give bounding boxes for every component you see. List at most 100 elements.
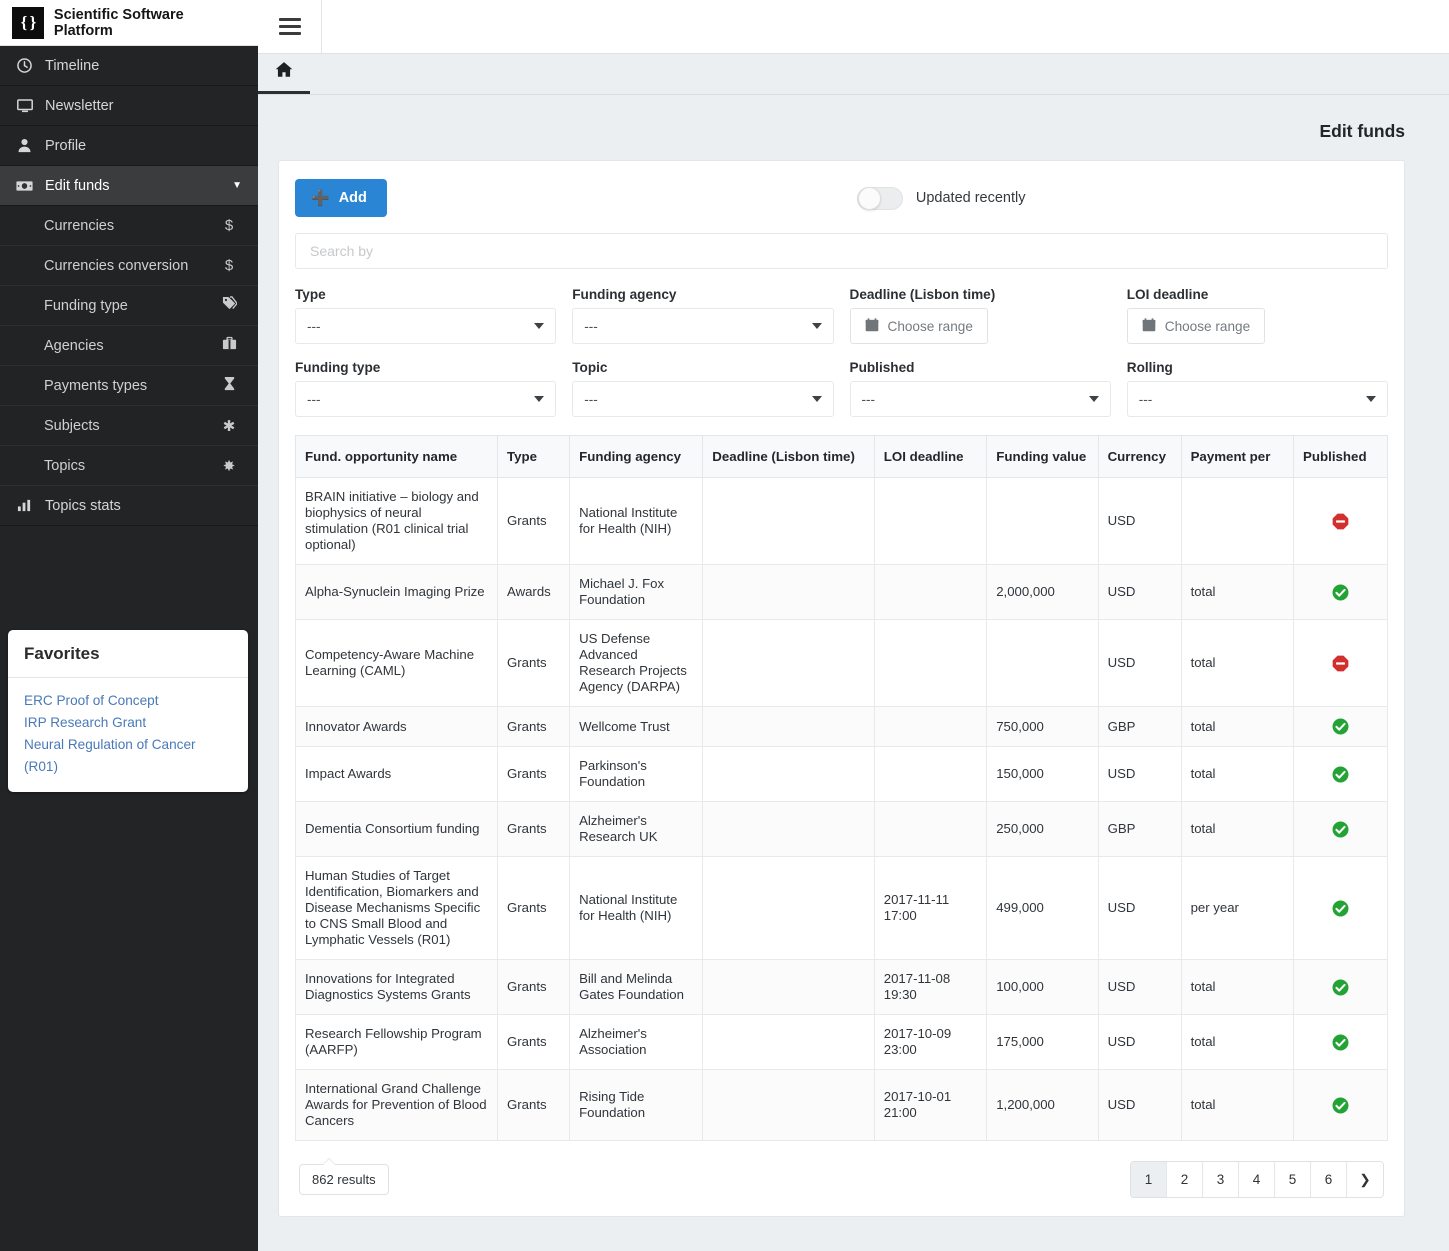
sidebar-subitem-currencies[interactable]: Currencies $: [0, 206, 258, 246]
sidebar-subitem-currencies-conversion[interactable]: Currencies conversion $: [0, 246, 258, 286]
top-bar: [258, 0, 1449, 54]
funding-type-select[interactable]: ---: [295, 381, 557, 417]
published-yes-icon: [1332, 1034, 1349, 1051]
table-row[interactable]: Competency-Aware Machine Learning (CAML)…: [294, 619, 1388, 707]
next-page-button[interactable]: ❯: [1347, 1162, 1383, 1197]
favorite-link[interactable]: Neural Regulation of Cancer (R01): [24, 734, 232, 778]
fund-loi-deadline: 2017-11-08 19:30: [873, 959, 988, 1015]
filter-rolling: Rolling ---: [1126, 344, 1388, 417]
rolling-select[interactable]: ---: [1126, 381, 1388, 417]
fund-loi-deadline: 2017-10-09 23:00: [873, 1014, 988, 1070]
column-header[interactable]: Funding agency: [569, 435, 704, 478]
page-button[interactable]: 1: [1131, 1162, 1167, 1197]
fund-type: Grants: [497, 1014, 571, 1070]
filter-label: LOI deadline: [1126, 287, 1209, 302]
sidebar-subitem-payments-types[interactable]: Payments types: [0, 366, 258, 406]
type-select[interactable]: ---: [295, 308, 557, 344]
tab-home[interactable]: [258, 53, 310, 94]
fund-loi-deadline: [873, 801, 988, 857]
table-row[interactable]: Innovations for Integrated Diagnostics S…: [294, 959, 1388, 1015]
fund-currency: USD: [1097, 1069, 1182, 1141]
fund-payment-per: total: [1180, 706, 1295, 747]
deadline-daterange-button[interactable]: Choose range: [849, 308, 988, 344]
table-row[interactable]: Impact Awards Grants Parkinson's Foundatio…: [294, 746, 1388, 802]
money-bill-icon: [16, 180, 33, 192]
fund-currency: USD: [1097, 959, 1182, 1015]
table-row[interactable]: Dementia Consortium funding Grants Alzheim…: [294, 801, 1388, 857]
search-input[interactable]: [295, 233, 1388, 269]
column-header[interactable]: Funding value: [986, 435, 1099, 478]
sidebar-item-edit-funds[interactable]: Edit funds ▼: [0, 166, 258, 206]
fund-loi-deadline: [873, 477, 988, 565]
sidebar-item-profile[interactable]: Profile: [0, 126, 258, 166]
column-header[interactable]: LOI deadline: [873, 435, 988, 478]
updated-recently-toggle[interactable]: [856, 186, 903, 210]
daterange-value: Choose range: [1164, 318, 1251, 334]
column-header[interactable]: Currency: [1097, 435, 1182, 478]
table-row[interactable]: BRAIN initiative – biology and biophysic…: [294, 477, 1388, 565]
page-button[interactable]: 6: [1311, 1162, 1347, 1197]
certificate-icon: ✸: [222, 457, 236, 475]
sidebar-item-newsletter[interactable]: Newsletter: [0, 86, 258, 126]
add-button[interactable]: ➕ Add: [295, 179, 387, 217]
published-select[interactable]: ---: [849, 381, 1111, 417]
fund-loi-deadline: [873, 746, 988, 802]
fund-currency: USD: [1097, 477, 1182, 565]
column-header[interactable]: Fund. opportunity name: [294, 435, 499, 478]
favorites-title: Favorites: [8, 630, 248, 678]
fund-deadline: [702, 801, 875, 857]
page-button[interactable]: 4: [1239, 1162, 1275, 1197]
funding-agency-select[interactable]: ---: [572, 308, 834, 344]
table-row[interactable]: Alpha-Synuclein Imaging Prize Awards Micha…: [294, 564, 1388, 620]
sidebar-subitem-subjects[interactable]: Subjects ✱: [0, 406, 258, 446]
filter-funding-type: Funding type ---: [295, 344, 557, 417]
fund-name: Alpha-Synuclein Imaging Prize: [294, 564, 499, 620]
column-header[interactable]: Deadline (Lisbon time): [702, 435, 875, 478]
fund-value: 100,000: [986, 959, 1099, 1015]
sidebar-item-timeline[interactable]: Timeline: [0, 46, 258, 86]
chevron-down-icon[interactable]: ▼: [232, 180, 242, 191]
favorite-link[interactable]: IRP Research Grant: [24, 712, 232, 734]
toggle-knob: [857, 186, 881, 210]
loi-deadline-daterange-button[interactable]: Choose range: [1126, 308, 1266, 344]
published-yes-icon: [1332, 766, 1349, 783]
fund-payment-per: total: [1180, 619, 1295, 707]
sidebar-item-topics-stats[interactable]: Topics stats: [0, 486, 258, 526]
column-header[interactable]: Type: [497, 435, 571, 478]
page-button[interactable]: 3: [1203, 1162, 1239, 1197]
sidebar-subitem-label: Topics: [44, 457, 86, 474]
fund-published: [1293, 856, 1388, 960]
fund-currency: USD: [1097, 564, 1182, 620]
filter-label: Rolling: [1126, 360, 1173, 375]
monitor-icon: [16, 98, 33, 114]
hamburger-icon[interactable]: [258, 0, 322, 54]
fund-payment-per: total: [1180, 1014, 1295, 1070]
published-yes-icon: [1332, 900, 1349, 917]
filter-label: Published: [849, 360, 915, 375]
favorite-link[interactable]: ERC Proof of Concept: [24, 690, 232, 712]
fund-published: [1293, 706, 1388, 747]
table-row[interactable]: Innovator Awards Grants Wellcome Trust 750,…: [294, 706, 1388, 747]
user-icon: [16, 138, 33, 153]
sidebar-subitem-funding-type[interactable]: Funding type: [0, 286, 258, 326]
sidebar-subitem-agencies[interactable]: Agencies: [0, 326, 258, 366]
sidebar-subitem-label: Agencies: [44, 337, 104, 354]
asterisk-icon: ✱: [222, 417, 236, 435]
fund-payment-per: total: [1180, 959, 1295, 1015]
fund-deadline: [702, 746, 875, 802]
tags-icon: [220, 296, 238, 315]
sidebar-subitem-topics[interactable]: Topics ✸: [0, 446, 258, 486]
table-footer: 862 results 1 2 3 4 5 6 ❯: [295, 1147, 1388, 1200]
column-header[interactable]: Published: [1293, 435, 1388, 478]
page-button[interactable]: 5: [1275, 1162, 1311, 1197]
page-button[interactable]: 2: [1167, 1162, 1203, 1197]
table-row[interactable]: International Grand Challenge Awards for…: [294, 1069, 1388, 1141]
table-row[interactable]: Research Fellowship Program (AARFP) Grant…: [294, 1014, 1388, 1070]
fund-type: Grants: [497, 477, 571, 565]
table-row[interactable]: Human Studies of Target Identification, …: [294, 856, 1388, 960]
hourglass-icon: [220, 376, 238, 395]
topic-select[interactable]: ---: [572, 381, 834, 417]
add-button-label: Add: [338, 190, 367, 206]
column-header[interactable]: Payment per: [1180, 435, 1295, 478]
fund-payment-per: total: [1180, 746, 1295, 802]
